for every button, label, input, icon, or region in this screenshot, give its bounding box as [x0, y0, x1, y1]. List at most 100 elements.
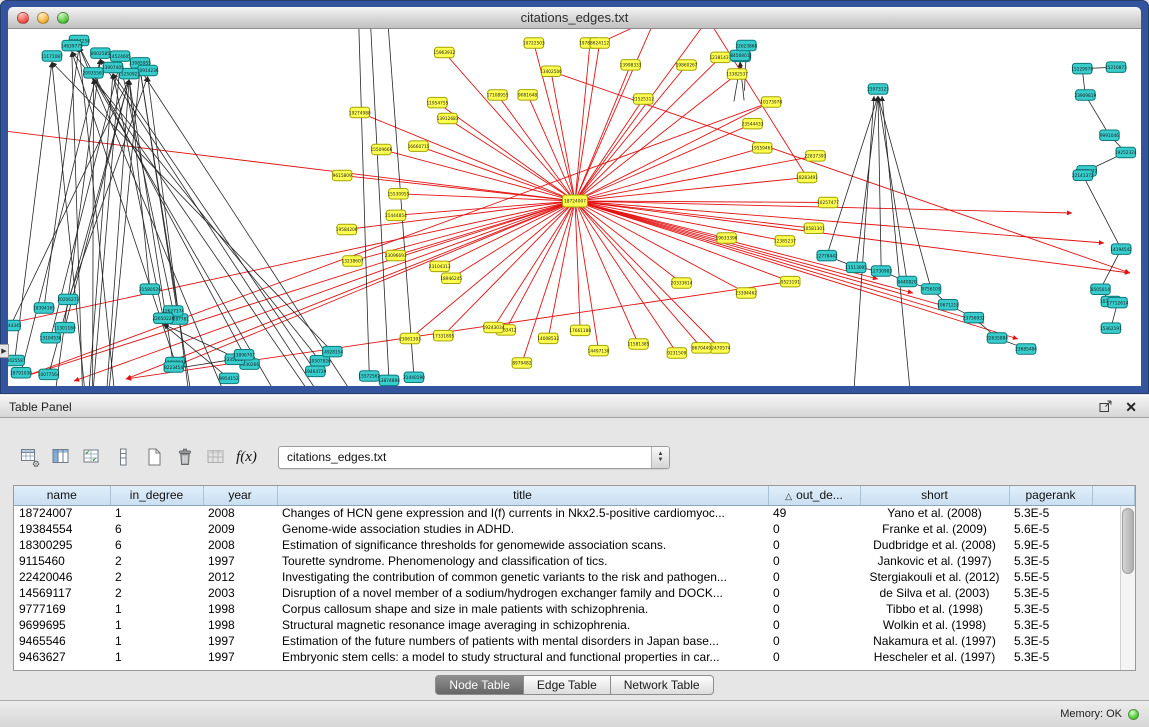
paper-node[interactable]: 21444854	[385, 210, 407, 221]
column-header-year[interactable]: year	[203, 486, 277, 505]
close-panel-icon[interactable]: ✕	[1125, 400, 1137, 414]
paper-node[interactable]: 17108955	[487, 90, 509, 101]
paper-node[interactable]: 18724007	[563, 195, 588, 207]
citing-node[interactable]: 9756109	[921, 284, 941, 295]
table-row[interactable]: 1872400712008Changes of HCN gene express…	[14, 505, 1135, 521]
citing-node[interactable]: 14928154	[321, 346, 343, 357]
citing-node[interactable]: 10671218	[937, 300, 959, 311]
paper-node[interactable]: 12385237	[774, 236, 796, 247]
scrollbar-thumb[interactable]	[1122, 508, 1134, 574]
table-row[interactable]: 1456911722003Disruption of a novel membe…	[14, 585, 1135, 601]
citing-node[interactable]: 15572562	[358, 371, 380, 382]
table-row[interactable]: 969969511998Structural magnetic resonanc…	[14, 617, 1135, 633]
column-header-short[interactable]: short	[860, 486, 1009, 505]
paper-node[interactable]: 23061393	[399, 333, 421, 344]
table-row[interactable]: 946554611997Estimation of the future num…	[14, 633, 1135, 649]
paper-node[interactable]: 19274988	[349, 107, 371, 118]
citing-node[interactable]: 19252324	[1115, 147, 1137, 158]
paper-node[interactable]: 10581301	[803, 223, 825, 234]
paper-node[interactable]: 23544433	[742, 118, 764, 128]
edit-table-button[interactable]: ✔ ✔	[76, 442, 107, 472]
paper-node[interactable]: 13402506	[540, 66, 562, 77]
paper-node[interactable]: 11581385	[627, 339, 649, 350]
table-row[interactable]: 946362711997Embryonic stem cells: a mode…	[14, 649, 1135, 665]
table-row[interactable]: 1830029562008Estimation of significance …	[14, 537, 1135, 553]
column-header-pagerank[interactable]: pagerank	[1009, 486, 1092, 505]
column-header-title[interactable]: title	[277, 486, 768, 505]
tab-edge-table[interactable]: Edge Table	[524, 675, 611, 695]
paper-node[interactable]: 17661188	[569, 325, 591, 336]
paper-node[interactable]: 21525312	[632, 94, 654, 105]
table-selector-dropdown[interactable]: citations_edges.txt ▲ ▼	[278, 446, 670, 469]
citing-node[interactable]: 15216873	[1105, 62, 1127, 73]
paper-node[interactable]: 12381437	[709, 52, 731, 63]
citing-node[interactable]: 8002585	[91, 48, 111, 59]
citing-node[interactable]: 23909819	[1074, 90, 1096, 101]
citing-node[interactable]: 21440190	[403, 372, 425, 383]
citing-node[interactable]: 22650226	[152, 313, 174, 324]
paper-node[interactable]: 22470574	[709, 343, 731, 354]
paper-node[interactable]: 19243034	[483, 322, 505, 333]
panel-grabber-arrow-icon[interactable]: ▶	[0, 344, 9, 358]
show-columns-button[interactable]	[45, 442, 76, 472]
citing-node[interactable]: 9954152	[219, 373, 239, 384]
table-mode-button[interactable]: ⚙	[14, 442, 45, 472]
citing-node[interactable]: 14194542	[1110, 244, 1132, 255]
paper-node[interactable]: 8670449	[692, 343, 712, 354]
paper-node[interactable]: 17331895	[432, 330, 454, 341]
paper-node[interactable]: 20333614	[671, 278, 693, 289]
tab-network-table[interactable]: Network Table	[611, 675, 714, 695]
citing-node[interactable]: 20206273	[57, 294, 79, 305]
row-height-button[interactable]	[107, 442, 138, 472]
paper-node[interactable]: 18946245	[440, 273, 462, 284]
column-header-out-de[interactable]: △out_de...	[768, 486, 860, 505]
paper-node[interactable]: 16660715	[408, 141, 430, 152]
citing-node[interactable]: 23973123	[867, 84, 889, 95]
paper-node[interactable]: 9615809	[332, 170, 352, 181]
table-scrollbar[interactable]	[1120, 506, 1135, 670]
citing-node[interactable]: 12730983	[870, 266, 892, 277]
citing-node[interactable]: 18791030	[10, 368, 32, 379]
citing-node[interactable]: 22635884	[986, 333, 1008, 344]
paper-node[interactable]: 19633396	[716, 233, 738, 244]
network-window-titlebar[interactable]: citations_edges.txt	[8, 7, 1141, 29]
paper-node[interactable]: 13998333	[620, 60, 642, 71]
column-header-in-degree[interactable]: in_degree	[110, 486, 203, 505]
network-canvas[interactable]: 1025747710581301123852371963339695231912…	[8, 29, 1141, 386]
paper-node[interactable]: 13912683	[437, 113, 459, 124]
citing-node[interactable]: 15229978	[1071, 63, 1093, 74]
citing-node[interactable]: 9440820	[897, 276, 917, 287]
network-graph[interactable]: 1025747710581301123852371963339695231912…	[8, 29, 1141, 386]
paper-node[interactable]: 13382537	[726, 69, 748, 80]
paper-node[interactable]: 23096693	[385, 250, 407, 260]
citing-node[interactable]: 14639775	[61, 40, 83, 51]
tab-node-table[interactable]: Node Table	[435, 675, 524, 695]
create-column-button[interactable]	[138, 442, 169, 472]
citing-node[interactable]: 12778442	[816, 250, 838, 261]
paper-node[interactable]: 15530955	[387, 189, 409, 200]
paper-node[interactable]: 19559461	[751, 143, 773, 154]
paper-node[interactable]: 10173978	[760, 97, 782, 108]
paper-node[interactable]: 18283491	[796, 172, 818, 183]
citing-node[interactable]: 22623868	[735, 40, 757, 51]
citing-node[interactable]: 13104538	[40, 333, 62, 344]
citing-node[interactable]: 14524605	[109, 51, 131, 62]
citing-node[interactable]: 13425587	[8, 355, 26, 366]
close-window-button[interactable]	[17, 12, 29, 24]
delete-column-button[interactable]	[169, 442, 200, 472]
paper-node[interactable]: 8979482	[512, 358, 532, 369]
citing-node[interactable]: 21580529	[139, 284, 161, 295]
citing-node[interactable]: 13896707	[233, 350, 255, 361]
paper-node[interactable]: 22837393	[804, 151, 826, 162]
citing-node[interactable]: 13874894	[378, 375, 400, 386]
table-row[interactable]: 911546021997Tourette syndrome. Phenomeno…	[14, 553, 1135, 569]
paper-node[interactable]: 9231509	[667, 348, 687, 359]
citing-node[interactable]: 17712614	[1107, 297, 1129, 308]
float-panel-icon[interactable]	[1099, 400, 1113, 413]
minimize-window-button[interactable]	[37, 12, 49, 24]
citing-node[interactable]: 9991046	[1100, 130, 1120, 141]
function-builder-button[interactable]: f(x)	[231, 442, 262, 472]
citing-node[interactable]: 23685484	[1015, 344, 1037, 355]
paper-node[interactable]: 10257477	[817, 197, 839, 208]
citing-node[interactable]: 8505014	[1091, 284, 1111, 295]
